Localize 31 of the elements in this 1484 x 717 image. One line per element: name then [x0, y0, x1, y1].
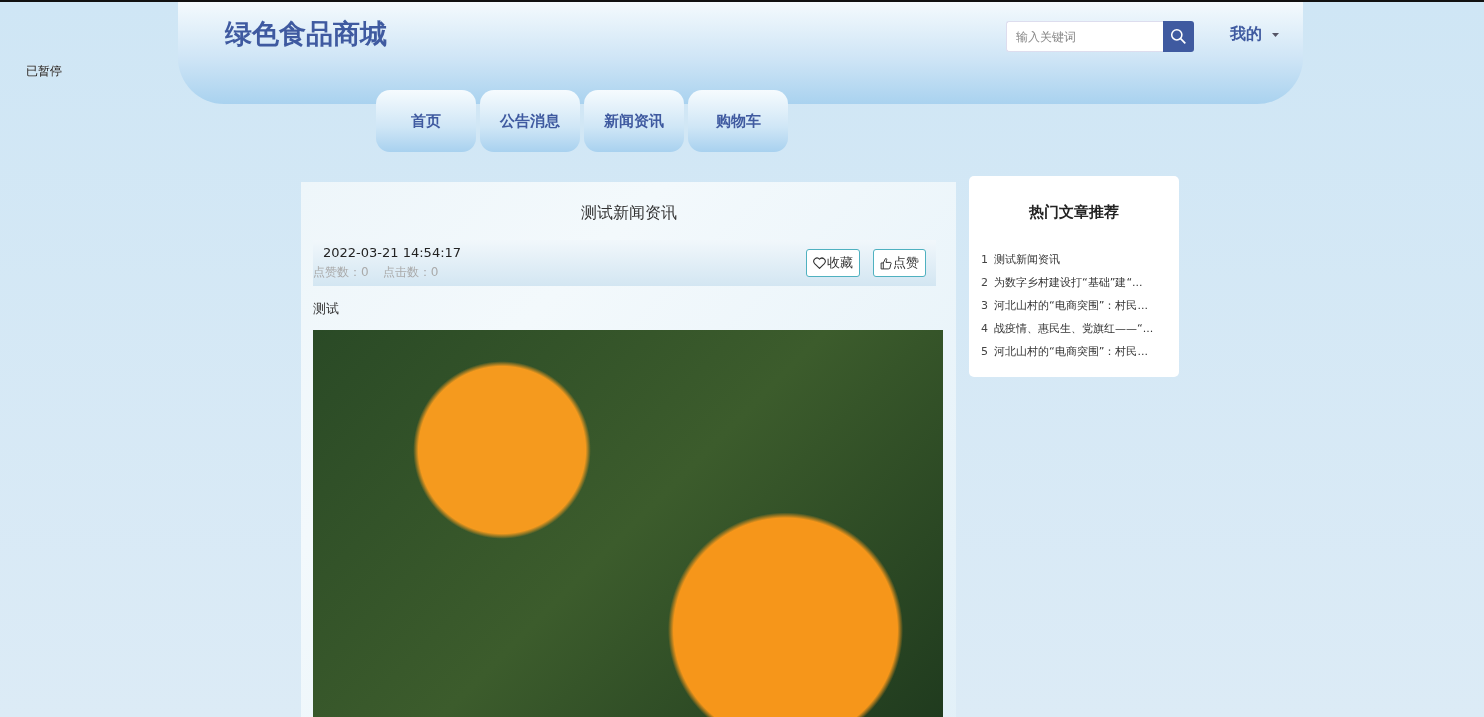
article-date: 2022-03-21 14:54:17: [322, 245, 463, 260]
item-number: 2: [981, 276, 988, 289]
search-button[interactable]: [1163, 21, 1194, 52]
article-link[interactable]: 河北山村的“电商突围”：村民...: [994, 344, 1148, 359]
nav-tab[interactable]: 新闻资讯: [584, 90, 684, 152]
like-button[interactable]: 点赞: [873, 249, 926, 277]
nav-tab[interactable]: 首页: [376, 90, 476, 152]
article-body: 测试: [313, 300, 340, 318]
article-link[interactable]: 河北山村的“电商突围”：村民...: [994, 298, 1148, 313]
paused-label: 已暂停: [26, 63, 62, 80]
article-title: 测试新闻资讯: [579, 203, 678, 224]
thumbs-up-icon: [880, 256, 892, 270]
user-menu[interactable]: 我的: [1230, 24, 1279, 45]
heart-icon: [813, 257, 826, 269]
nav-tab[interactable]: 购物车: [688, 90, 788, 152]
search-field[interactable]: 输入关键词: [1006, 21, 1163, 52]
article-link[interactable]: 为数字乡村建设打“基础”建“...: [994, 275, 1143, 290]
item-number: 4: [981, 322, 988, 335]
item-number: 3: [981, 299, 988, 312]
nav-tab[interactable]: 公告消息: [480, 90, 580, 152]
like-count: 点赞数：0: [313, 264, 369, 281]
caret-icon: [1272, 32, 1279, 37]
sidebar-title: 热门文章推荐: [1028, 203, 1120, 222]
site-title: 绿色食品商城: [225, 17, 387, 51]
favorite-button[interactable]: 收藏: [806, 249, 860, 277]
article-link[interactable]: 测试新闻资讯: [994, 252, 1060, 267]
item-number: 5: [981, 345, 988, 358]
search-icon: [1170, 28, 1187, 45]
article-link[interactable]: 战疫情、惠民生、党旗红——“...: [994, 321, 1154, 336]
item-number: 1: [981, 253, 988, 266]
click-count: 点击数：0: [382, 264, 439, 281]
